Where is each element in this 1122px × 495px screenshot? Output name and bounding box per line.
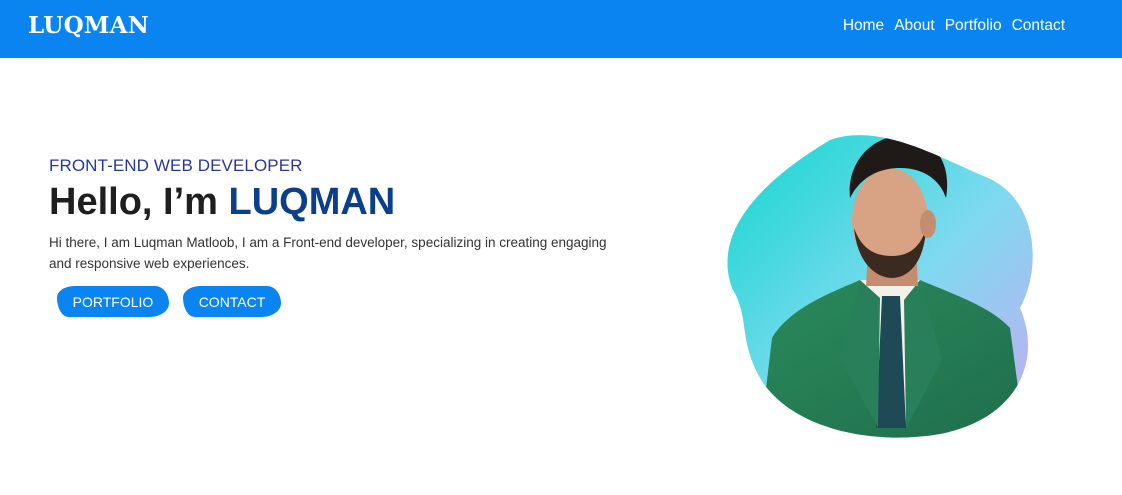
profile-portrait xyxy=(720,128,1042,440)
site-logo[interactable]: LUQMAN xyxy=(28,12,149,39)
nav-link-about[interactable]: About xyxy=(894,17,935,35)
contact-button[interactable]: CONTACT xyxy=(183,286,281,317)
hero-subtitle: FRONT-END WEB DEVELOPER xyxy=(49,156,649,176)
hero-buttons: PORTFOLIO CONTACT xyxy=(57,286,281,317)
nav-link-home[interactable]: Home xyxy=(843,17,884,35)
hero-headline: Hello, I’m LUQMAN xyxy=(49,180,649,224)
profile-portrait-icon xyxy=(727,135,1033,438)
nav-menu: Home About Portfolio Contact xyxy=(843,17,1065,35)
hero-section: FRONT-END WEB DEVELOPER Hello, I’m LUQMA… xyxy=(49,156,649,274)
portfolio-button[interactable]: PORTFOLIO xyxy=(57,286,169,317)
nav-link-contact[interactable]: Contact xyxy=(1012,17,1065,35)
hero-name: LUQMAN xyxy=(228,181,396,223)
nav-link-portfolio[interactable]: Portfolio xyxy=(945,17,1002,35)
hero-intro: Hi there, I am Luqman Matloob, I am a Fr… xyxy=(49,235,607,271)
hero-greeting: Hello, I’m xyxy=(49,181,218,223)
top-navbar: LUQMAN Home About Portfolio Contact xyxy=(0,0,1122,58)
